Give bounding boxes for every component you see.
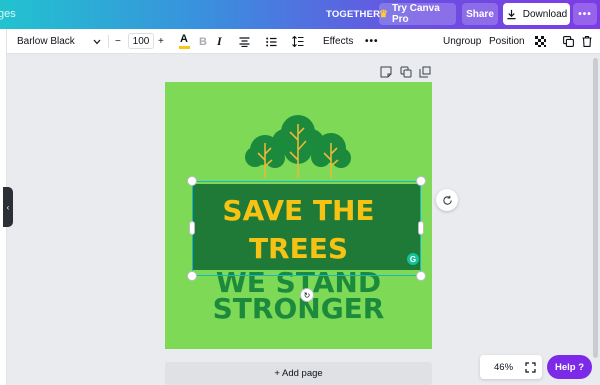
list-icon <box>266 37 277 46</box>
add-page-button[interactable]: + Add page <box>165 362 432 385</box>
more-tools-button[interactable]: ••• <box>365 29 379 54</box>
text-align-button[interactable] <box>239 29 250 54</box>
delete-button[interactable] <box>582 29 592 54</box>
download-icon <box>507 9 516 19</box>
rotate-handle[interactable]: ↻ <box>301 289 313 301</box>
bold-button[interactable]: B <box>199 29 207 54</box>
page-notes-icon[interactable] <box>380 66 392 78</box>
effects-button[interactable]: Effects <box>323 29 353 54</box>
try-canva-pro-label: Try Canva Pro <box>391 3 440 25</box>
editor-toolbar: Barlow Black − 100 + A B I Effects ••• U… <box>7 29 600 54</box>
duplicate-page-icon[interactable] <box>400 66 412 78</box>
top-header: ges TOGETHER ♛ Try Canva Pro Share Downl… <box>0 0 600 29</box>
scrollbar-thumb[interactable] <box>593 58 598 358</box>
resize-handle-top-left[interactable] <box>188 177 196 185</box>
font-size-input[interactable]: 100 <box>128 33 154 49</box>
grammarly-icon[interactable]: G <box>407 253 419 265</box>
download-label: Download <box>522 8 568 20</box>
more-options-button[interactable]: ••• <box>573 3 597 25</box>
duplicate-icon <box>563 36 574 47</box>
align-center-icon <box>239 36 250 47</box>
divider <box>108 35 109 48</box>
text-color-swatch <box>178 46 190 49</box>
resize-handle-bottom-right[interactable] <box>417 272 425 280</box>
share-button[interactable]: Share <box>462 3 498 25</box>
rotate-icon: ↻ <box>303 290 311 300</box>
transparency-icon <box>535 36 546 47</box>
increase-font-size-button[interactable]: + <box>158 29 164 54</box>
add-page-icon[interactable] <box>419 66 431 78</box>
text-color-button[interactable]: A <box>178 29 190 54</box>
decrease-font-size-button[interactable]: − <box>115 29 121 54</box>
crown-icon: ♛ <box>379 8 388 20</box>
font-family-select[interactable]: Barlow Black <box>17 29 103 54</box>
resize-handle-bottom-left[interactable] <box>188 272 196 280</box>
ungroup-button[interactable]: Ungroup <box>443 29 481 54</box>
help-button[interactable]: Help ? <box>547 355 592 379</box>
magic-switch-button[interactable] <box>436 189 458 211</box>
chevron-down-icon <box>93 39 101 44</box>
resize-handle-top-right[interactable] <box>417 177 425 185</box>
vertical-scrollbar[interactable] <box>592 54 600 385</box>
transparency-button[interactable] <box>535 29 546 54</box>
fullscreen-icon[interactable] <box>525 361 536 373</box>
together-label[interactable]: TOGETHER <box>326 9 380 20</box>
zoom-control[interactable]: 46% <box>480 355 542 379</box>
chevron-left-icon: ‹ <box>6 202 10 212</box>
selection-frame[interactable] <box>192 181 421 276</box>
trash-icon <box>582 36 592 47</box>
share-label: Share <box>466 8 494 20</box>
list-button[interactable] <box>266 29 277 54</box>
refresh-icon <box>442 195 452 205</box>
font-family-value: Barlow Black <box>17 36 75 47</box>
subline-line2: STRONGER <box>212 292 385 325</box>
resize-handle-left[interactable] <box>190 222 194 234</box>
trees-illustration <box>245 115 353 182</box>
italic-button[interactable]: I <box>217 29 222 54</box>
text-color-icon: A <box>180 33 188 45</box>
spacing-button[interactable] <box>292 29 304 54</box>
duplicate-button[interactable] <box>563 29 574 54</box>
collapse-panel-button[interactable]: ‹ <box>3 187 13 227</box>
download-button[interactable]: Download <box>503 3 570 25</box>
position-button[interactable]: Position <box>489 29 525 54</box>
try-canva-pro-button[interactable]: ♛ Try Canva Pro <box>379 3 456 25</box>
zoom-level[interactable]: 46% <box>494 362 513 373</box>
breadcrumb[interactable]: ges <box>0 8 16 20</box>
resize-handle-right[interactable] <box>419 222 423 234</box>
line-spacing-icon <box>292 36 304 47</box>
